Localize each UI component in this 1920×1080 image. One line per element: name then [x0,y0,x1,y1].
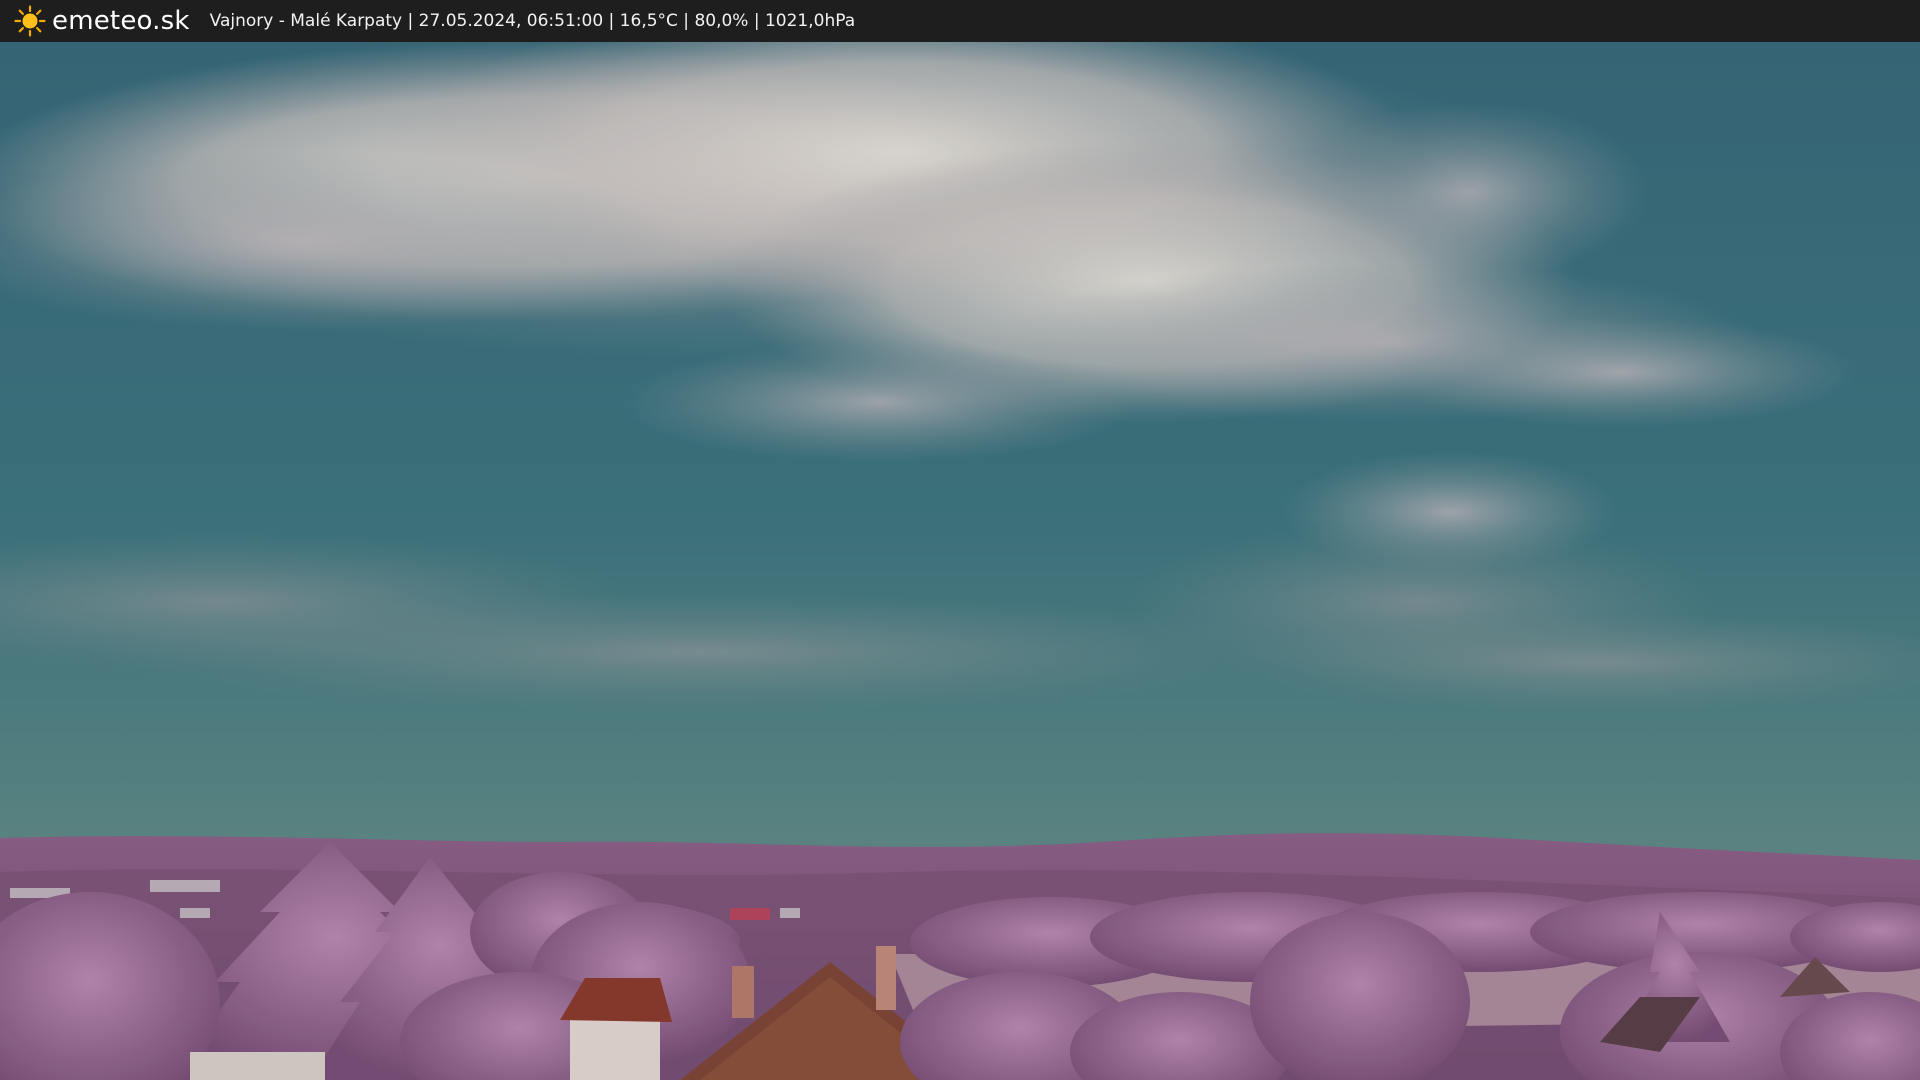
webcam-caption: Vajnory - Malé Karpaty | 27.05.2024, 06:… [209,11,856,31]
webcam-image [0,42,1920,1080]
sun-icon [14,5,46,37]
top-bar: emeteo.sk Vajnory - Malé Karpaty | 27.05… [0,0,1920,42]
logo[interactable]: emeteo.sk [14,5,190,37]
brand-name: emeteo.sk [52,6,190,36]
